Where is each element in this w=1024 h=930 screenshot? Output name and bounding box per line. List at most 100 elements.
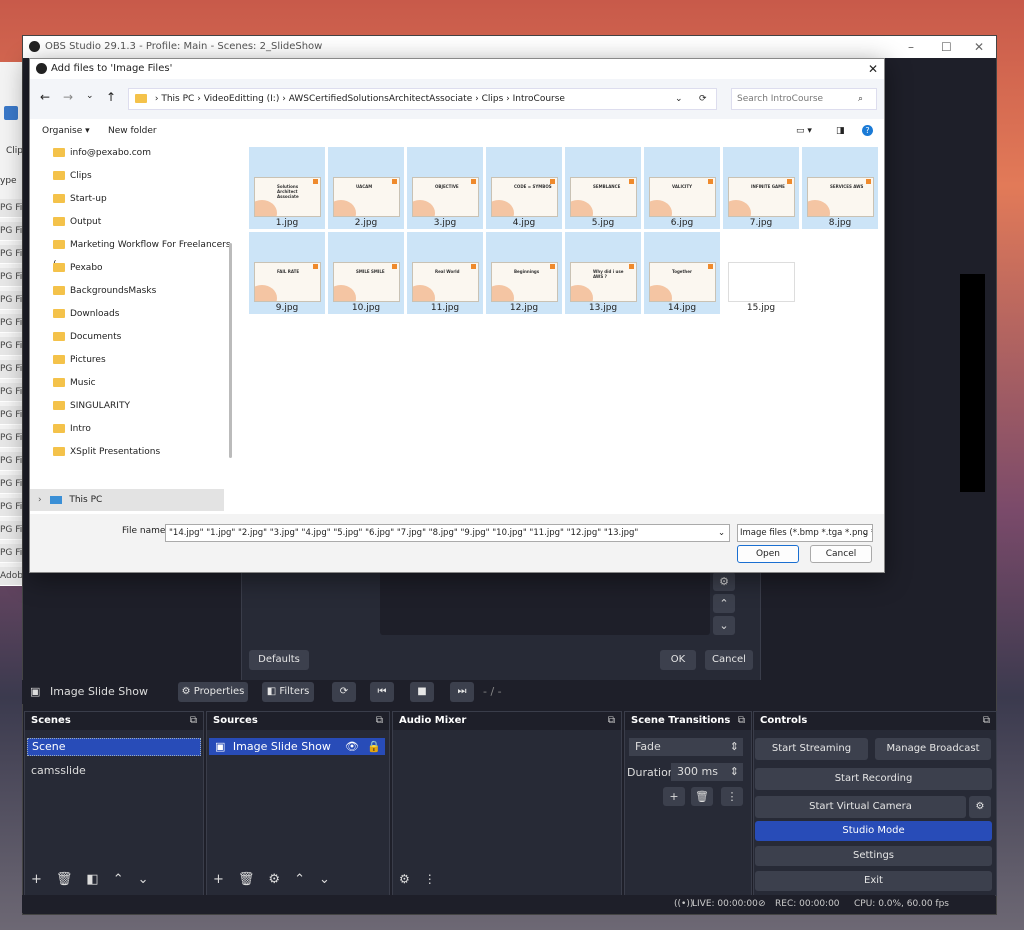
scene-item-camsslide[interactable]: camsslide xyxy=(31,764,86,777)
trash-icon[interactable]: 🗑 xyxy=(56,872,87,887)
sidebar-item[interactable]: Intro xyxy=(53,419,91,439)
breadcrumb-item[interactable]: This PC xyxy=(161,94,194,104)
add-icon[interactable]: + xyxy=(663,787,685,806)
chevron-up-icon[interactable]: ⌃ xyxy=(113,872,138,887)
file-item[interactable]: Why did i use AWS ? 13.jpg xyxy=(565,232,641,314)
file-item[interactable]: SMILE SMILE 10.jpg xyxy=(328,232,404,314)
chevron-down-icon[interactable]: ⌄ xyxy=(713,616,735,635)
ok-button[interactable]: OK xyxy=(660,650,696,670)
breadcrumb-item[interactable]: Clips xyxy=(482,94,504,104)
chevron-down-icon[interactable]: ⌄ xyxy=(138,872,163,887)
float-icon[interactable]: ⧉ xyxy=(738,712,745,730)
properties-button[interactable]: ⚙ Properties xyxy=(178,682,248,702)
sidebar-item[interactable]: XSplit Presentations xyxy=(53,442,160,462)
sidebar-scrollbar[interactable] xyxy=(229,243,232,458)
filename-input[interactable]: "14.jpg" "1.jpg" "2.jpg" "3.jpg" "4.jpg"… xyxy=(165,524,730,542)
minimize-button[interactable]: – xyxy=(908,36,914,58)
file-item[interactable]: CODE = SYMBOS 4.jpg xyxy=(486,147,562,229)
float-icon[interactable]: ⧉ xyxy=(608,712,615,730)
maximize-button[interactable]: ☐ xyxy=(941,36,952,58)
file-item[interactable]: UACAM 2.jpg xyxy=(328,147,404,229)
sidebar-item[interactable]: BackgroundsMasks✦ xyxy=(53,281,244,301)
breadcrumb-item[interactable]: AWSCertifiedSolutionsArchitectAssociate xyxy=(289,94,473,104)
file-item[interactable]: VALICITY 6.jpg xyxy=(644,147,720,229)
float-icon[interactable]: ⧉ xyxy=(190,712,197,730)
file-item[interactable]: SEMBLANCE 5.jpg xyxy=(565,147,641,229)
forward-arrow-icon[interactable]: → xyxy=(63,90,73,104)
up-arrow-icon[interactable]: ↑ xyxy=(106,90,116,104)
exit-button[interactable]: Exit xyxy=(755,871,992,891)
more-icon[interactable]: ⋮ xyxy=(721,787,743,806)
dialog-cancel-button[interactable]: Cancel xyxy=(810,545,872,563)
open-button[interactable]: Open xyxy=(737,545,799,563)
chevron-down-icon[interactable]: ⌄ xyxy=(319,872,344,887)
more-icon[interactable]: ⋮ xyxy=(424,872,450,886)
add-icon[interactable]: + xyxy=(31,872,56,887)
sidebar-item[interactable]: info@pexabo.com✦ xyxy=(53,143,244,163)
sidebar-item[interactable]: Documents✦ xyxy=(53,327,244,347)
manage-broadcast-button[interactable]: Manage Broadcast xyxy=(875,738,991,760)
recent-chevron-icon[interactable]: ⌄ xyxy=(86,91,94,101)
sidebar-item[interactable]: Pictures✦ xyxy=(53,350,244,370)
breadcrumb[interactable]: › This PC › VideoEditting (I:) › AWSCert… xyxy=(128,88,717,110)
organise-button[interactable]: Organise ▾ xyxy=(42,119,90,143)
chevron-down-icon[interactable]: ⌄ xyxy=(675,89,683,109)
breadcrumb-item[interactable]: VideoEditting (I:) xyxy=(204,94,280,104)
float-icon[interactable]: ⧉ xyxy=(983,712,990,730)
advanced-audio-icon[interactable]: ⚙ xyxy=(399,872,424,886)
view-options-icon[interactable]: ▭ ▾ xyxy=(796,119,812,143)
search-input[interactable]: Search IntroCourse ⌕ xyxy=(731,88,877,110)
sidebar-item[interactable]: Music✦ xyxy=(53,373,244,393)
sidebar-item-this-pc[interactable]: › This PC xyxy=(30,489,224,511)
sidebar-item[interactable]: Output✦ xyxy=(53,212,244,232)
file-item[interactable]: Beginnings 12.jpg xyxy=(486,232,562,314)
eye-icon[interactable]: 👁 xyxy=(345,738,359,755)
cancel-button[interactable]: Cancel xyxy=(705,650,753,670)
help-icon[interactable]: ? xyxy=(862,125,873,136)
start-recording-button[interactable]: Start Recording xyxy=(755,768,992,790)
preview-pane-icon[interactable]: ◨ xyxy=(836,119,845,143)
sidebar-item[interactable]: SINGULARITY✦ xyxy=(53,396,244,416)
studio-mode-button[interactable]: Studio Mode xyxy=(755,821,992,841)
refresh-icon[interactable]: ⟳ xyxy=(699,89,707,109)
start-virtual-camera-button[interactable]: Start Virtual Camera xyxy=(755,796,966,818)
sidebar-item[interactable]: Marketing Workflow For Freelancers (✦ xyxy=(53,235,244,270)
file-item[interactable]: Together 14.jpg xyxy=(644,232,720,314)
file-item[interactable]: INFINITE GAME 7.jpg xyxy=(723,147,799,229)
start-streaming-button[interactable]: Start Streaming xyxy=(755,738,868,760)
trash-icon[interactable]: 🗑 xyxy=(691,787,713,806)
sidebar-item[interactable]: Clips✦ xyxy=(53,166,244,186)
file-item[interactable]: 15.jpg xyxy=(723,232,799,314)
refresh-button[interactable]: ⟳ xyxy=(332,682,356,702)
stop-button[interactable]: ■ xyxy=(410,682,434,702)
back-arrow-icon[interactable]: ← xyxy=(40,90,50,104)
filter-icon[interactable]: ◧ xyxy=(86,872,112,887)
close-button[interactable]: ✕ xyxy=(974,36,984,58)
gear-icon[interactable]: ⚙ xyxy=(268,872,294,887)
file-type-select[interactable]: Image files (*.bmp *.tga *.png * ⌄ xyxy=(737,524,873,542)
file-item[interactable]: OBJECTIVE 3.jpg xyxy=(407,147,483,229)
file-item[interactable]: Real World 11.jpg xyxy=(407,232,483,314)
new-folder-button[interactable]: New folder xyxy=(108,119,157,143)
source-item-image-slide-show[interactable]: ▣ Image Slide Show 👁 🔒 xyxy=(209,738,385,755)
dialog-close-button[interactable]: ✕ xyxy=(868,59,878,79)
transition-select[interactable]: Fade ⇕ xyxy=(629,738,743,756)
gear-icon[interactable]: ⚙ xyxy=(713,572,735,591)
duration-stepper[interactable]: 300 ms ⇕ xyxy=(671,763,743,781)
scene-item-scene[interactable]: Scene xyxy=(27,738,201,756)
chevron-up-icon[interactable]: ⌃ xyxy=(294,872,319,887)
gear-icon[interactable]: ⚙ xyxy=(969,796,991,818)
defaults-button[interactable]: Defaults xyxy=(249,650,309,670)
lock-icon[interactable]: 🔒 xyxy=(367,738,381,755)
breadcrumb-item[interactable]: IntroCourse xyxy=(513,94,565,104)
sidebar-item[interactable]: Downloads✦ xyxy=(53,304,244,324)
file-item[interactable]: FAIL RATE 9.jpg xyxy=(249,232,325,314)
sidebar-item[interactable]: Start-up✦ xyxy=(53,189,244,209)
filters-button[interactable]: ◧ Filters xyxy=(262,682,314,702)
add-icon[interactable]: + xyxy=(213,872,238,887)
file-item[interactable]: Solutions Architect Associate 1.jpg xyxy=(249,147,325,229)
next-slide-button[interactable]: ⏭ xyxy=(450,682,474,702)
trash-icon[interactable]: 🗑 xyxy=(238,872,269,887)
settings-button[interactable]: Settings xyxy=(755,846,992,866)
chevron-up-icon[interactable]: ⌃ xyxy=(713,594,735,613)
